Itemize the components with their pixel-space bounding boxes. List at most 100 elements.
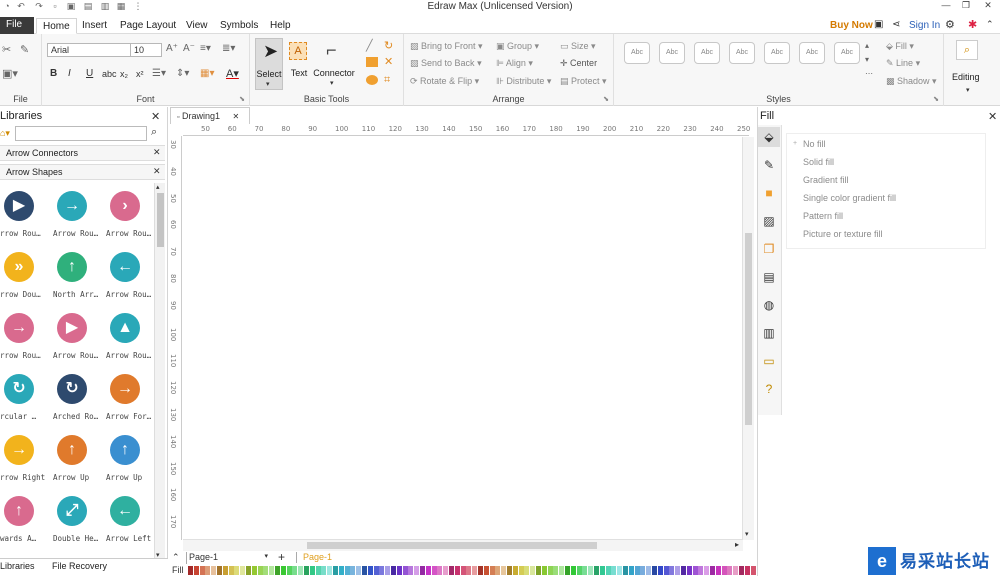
share-icon[interactable]: ⋖ (892, 19, 900, 30)
library-shape[interactable]: ↑ Arrow Up (106, 431, 154, 487)
color-swatch[interactable] (675, 566, 681, 575)
drawing-canvas[interactable] (183, 137, 743, 539)
dialog-launcher-icon[interactable]: ⬊ (933, 95, 939, 103)
search-icon[interactable]: ⌕ (956, 40, 978, 60)
color-swatch[interactable] (472, 566, 478, 575)
tab-insert[interactable]: Insert (76, 18, 113, 34)
library-shape[interactable]: ▶ rrow Rou… (0, 187, 48, 243)
grow-font-icon[interactable]: A⁺ (166, 43, 178, 55)
color-swatch[interactable] (205, 566, 211, 575)
color-swatch[interactable] (507, 566, 512, 575)
color-swatch[interactable] (657, 566, 663, 575)
strikethrough-icon[interactable]: abc (102, 68, 117, 80)
color-swatch[interactable] (338, 566, 344, 575)
color-swatch[interactable] (570, 566, 576, 575)
color-swatch[interactable] (211, 566, 217, 575)
library-shape[interactable]: ↑ Arrow Up (53, 431, 101, 487)
chevron-up-icon[interactable]: ⌃ (172, 552, 180, 563)
rectangle-tool-icon[interactable] (366, 57, 378, 67)
color-swatch[interactable] (217, 566, 222, 575)
bullets-icon[interactable]: ☰▾ (152, 68, 166, 80)
color-swatch[interactable] (710, 566, 715, 575)
library-shape[interactable]: ↑ North Arr… (53, 248, 101, 304)
superscript-icon[interactable]: x² (136, 68, 144, 80)
color-swatch[interactable] (623, 566, 628, 575)
italic-icon[interactable]: I (68, 68, 71, 80)
rotate-flip-button[interactable]: ⟳ Rotate & Flip ▾ (410, 75, 479, 87)
color-swatch[interactable] (750, 566, 756, 575)
fill-option-picture-fill[interactable]: Picture or texture fill (803, 229, 883, 239)
protect-button[interactable]: ▤ Protect ▾ (560, 75, 607, 87)
help-icon[interactable]: ? (758, 379, 780, 399)
close-category-icon[interactable]: ✕ (153, 147, 161, 158)
tab-file-recovery[interactable]: File Recovery (52, 561, 107, 571)
color-swatch[interactable] (350, 566, 356, 575)
library-shape[interactable]: ↻ rcular … (0, 370, 48, 426)
tab-view[interactable]: View (180, 18, 214, 34)
subscript-icon[interactable]: x₂ (120, 68, 128, 80)
vertical-scrollbar[interactable]: ▾ (742, 137, 754, 540)
color-swatch[interactable] (501, 566, 507, 575)
library-menu-icon[interactable]: ⌂▾ (0, 128, 10, 139)
fill-option-gradient-fill[interactable]: Gradient fill (803, 175, 849, 185)
color-swatch[interactable] (594, 566, 599, 575)
color-swatch[interactable] (681, 566, 686, 575)
tab-help[interactable]: Help (264, 18, 297, 34)
fill-option-single-gradient[interactable]: Single color gradient fill (803, 193, 896, 203)
underline-icon[interactable]: U (86, 68, 93, 80)
crop-tool-icon[interactable]: ⌗ (384, 74, 390, 86)
color-swatch[interactable] (246, 566, 251, 575)
color-swatch[interactable] (715, 566, 721, 575)
shadow-icon[interactable]: ■ (758, 183, 780, 203)
menu-file[interactable]: File (0, 17, 34, 34)
color-swatch[interactable] (489, 566, 495, 575)
bold-icon[interactable]: B (50, 68, 57, 80)
color-swatch[interactable] (385, 566, 391, 575)
buy-now-link[interactable]: Buy Now (824, 18, 879, 34)
color-swatch[interactable] (617, 566, 623, 575)
align-icon[interactable]: ≡▾ (200, 43, 211, 55)
style-preset-3[interactable]: Abc (694, 42, 720, 64)
layers-icon[interactable]: ❐ (758, 239, 780, 259)
color-swatch[interactable] (414, 566, 420, 575)
chevron-up-icon[interactable]: ⌃ (986, 19, 994, 30)
color-swatch[interactable] (663, 566, 669, 575)
library-shape[interactable]: → rrow Right (0, 431, 48, 487)
color-swatch[interactable] (576, 566, 582, 575)
cart-icon[interactable]: ▣ (874, 19, 883, 30)
color-swatch[interactable] (588, 566, 594, 575)
color-swatch[interactable] (298, 566, 304, 575)
color-swatch[interactable] (733, 566, 739, 575)
library-shape[interactable]: › Arrow Rou… (106, 187, 154, 243)
library-category-arrow-connectors[interactable]: Arrow Connectors (0, 145, 165, 161)
color-swatch[interactable] (628, 566, 634, 575)
color-swatch[interactable] (362, 566, 367, 575)
color-swatch[interactable] (727, 566, 733, 575)
color-swatch[interactable] (344, 566, 350, 575)
font-size-select[interactable]: 10 (130, 43, 162, 57)
library-shape[interactable]: ← Arrow Left (106, 492, 154, 548)
style-preset-4[interactable]: Abc (729, 42, 755, 64)
shadow-button[interactable]: ▩ Shadow ▾ (886, 75, 937, 87)
fill-option-pattern-fill[interactable]: Pattern fill (803, 211, 843, 221)
scrollbar-thumb[interactable] (307, 542, 597, 549)
color-swatch[interactable] (553, 566, 559, 575)
color-swatch[interactable] (199, 566, 205, 575)
group-button[interactable]: ▣ Group ▾ (496, 40, 539, 52)
color-swatch[interactable] (396, 566, 402, 575)
fill-bucket-icon[interactable]: ⬙ (758, 127, 780, 147)
styles-scroll-up-icon[interactable]: ▴ (865, 40, 869, 52)
color-swatch[interactable] (275, 566, 280, 575)
color-swatch[interactable] (402, 566, 408, 575)
scrollbar-thumb[interactable] (745, 233, 752, 425)
editing-button[interactable]: Editing (952, 72, 980, 82)
library-shape[interactable]: ▲ Arrow Rou… (106, 309, 154, 365)
styles-more-icon[interactable]: ⋯ (865, 68, 873, 80)
dialog-launcher-icon[interactable]: ⬊ (239, 95, 245, 103)
font-color-icon[interactable]: A▾ (226, 68, 239, 80)
color-swatch[interactable] (599, 566, 605, 575)
select-tool-button[interactable]: ➤ Select ▾ (255, 38, 283, 90)
line-pen-icon[interactable]: ✎ (758, 155, 780, 175)
align-button[interactable]: ⊫ Align ▾ (496, 57, 533, 69)
style-preset-2[interactable]: Abc (659, 42, 685, 64)
